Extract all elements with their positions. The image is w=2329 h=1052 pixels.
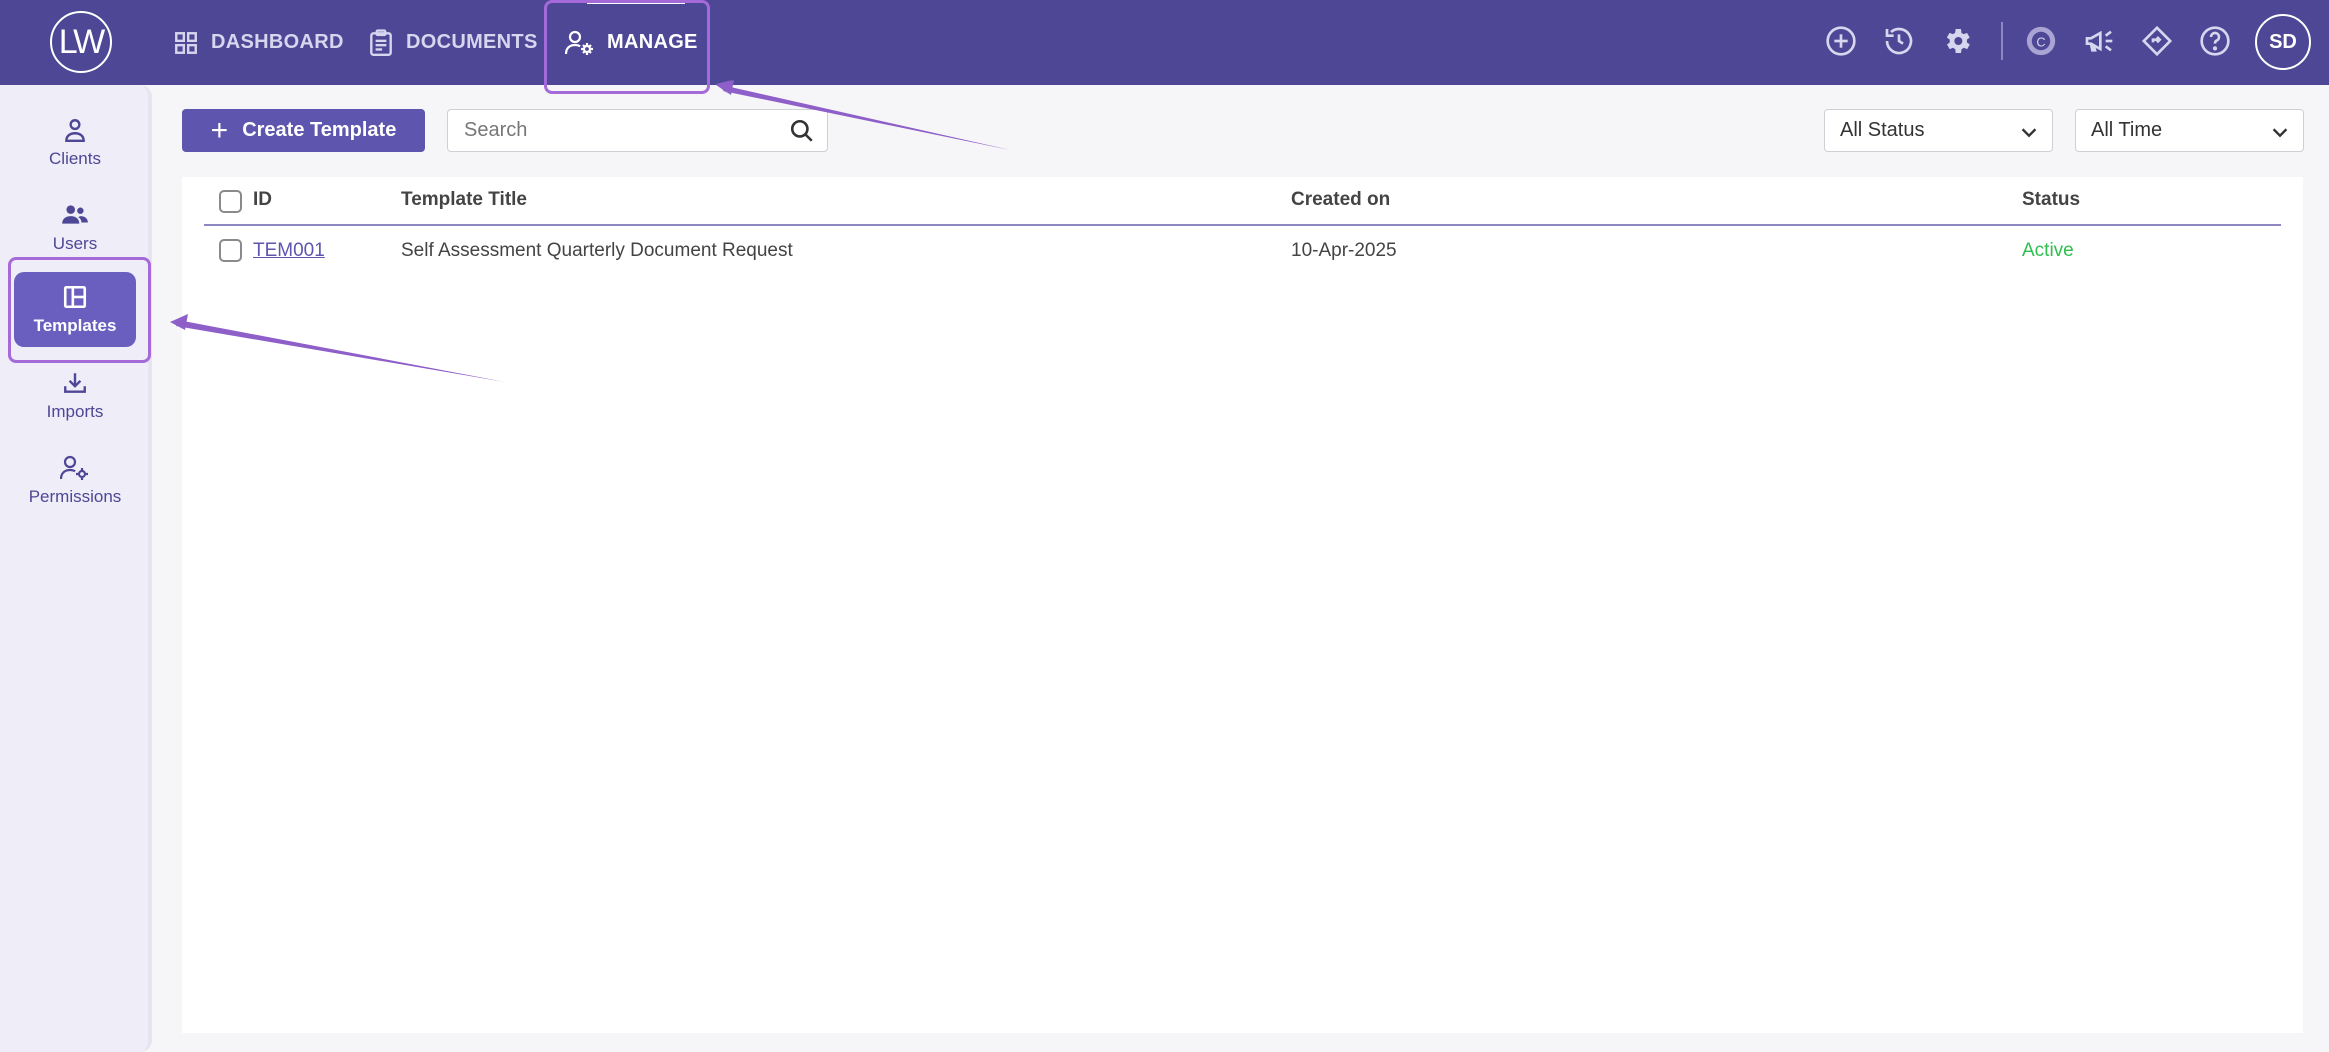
plus-icon: + [210, 113, 229, 147]
chevron-down-icon [2272, 128, 2288, 138]
top-bar: LW DASHBOARD DOCUMENTS MANAGE C SD [0, 0, 2329, 85]
tab-documents-label: DOCUMENTS [406, 31, 538, 53]
sidebar-item-permissions[interactable]: Permissions [14, 443, 136, 518]
tab-dashboard-label: DASHBOARD [211, 31, 344, 53]
template-created-date: 10-Apr-2025 [1291, 240, 1397, 261]
time-filter-value: All Time [2091, 119, 2163, 141]
download-icon [64, 372, 86, 393]
user-gear-icon [60, 455, 88, 480]
tab-manage-label: MANAGE [607, 31, 698, 53]
create-template-label: Create Template [242, 119, 397, 141]
status-filter-value: All Status [1840, 119, 1925, 141]
sidebar: Clients Users Templates Imports Permissi… [0, 85, 152, 1052]
status-filter-select[interactable]: All Status [1824, 109, 2053, 152]
users-icon [62, 204, 88, 224]
tab-dashboard[interactable]: DASHBOARD [173, 0, 344, 85]
user-avatar[interactable]: SD [2255, 14, 2311, 70]
select-all-checkbox[interactable] [219, 190, 242, 213]
time-filter-select[interactable]: All Time [2075, 109, 2304, 152]
grid-icon [175, 31, 197, 54]
create-template-button[interactable]: + Create Template [182, 109, 425, 152]
column-header-id[interactable]: ID [253, 189, 272, 211]
help-icon[interactable] [2196, 22, 2234, 60]
sidebar-item-users[interactable]: Users [14, 190, 136, 265]
diamond-icon[interactable] [2138, 22, 2176, 60]
templates-table-panel [182, 177, 2303, 1033]
sidebar-item-label: Permissions [28, 486, 122, 506]
column-header-created[interactable]: Created on [1291, 189, 1390, 211]
search-input[interactable] [464, 110, 784, 151]
sidebar-item-imports[interactable]: Imports [14, 358, 136, 433]
megaphone-icon[interactable] [2080, 22, 2118, 60]
sidebar-item-label: Imports [46, 401, 104, 421]
sidebar-item-templates[interactable]: Templates [14, 272, 136, 347]
search-icon[interactable] [789, 118, 815, 149]
plus-circle-icon[interactable] [1822, 22, 1860, 60]
sidebar-item-clients[interactable]: Clients [14, 105, 136, 180]
tab-manage[interactable]: MANAGE [565, 0, 698, 85]
search-box [447, 109, 828, 152]
template-id-link[interactable]: TEM001 [253, 240, 325, 262]
sidebar-item-label: Clients [49, 148, 101, 168]
history-icon[interactable] [1880, 22, 1918, 60]
column-header-status[interactable]: Status [2022, 189, 2080, 211]
status-badge: Active [2022, 240, 2074, 261]
row-checkbox[interactable] [219, 239, 242, 262]
clipboard-icon [370, 28, 392, 56]
app-logo[interactable]: LW [50, 11, 112, 73]
sidebar-item-label: Templates [33, 315, 117, 335]
user-icon [65, 118, 85, 142]
tab-documents[interactable]: DOCUMENTS [368, 0, 538, 85]
template-icon [63, 285, 87, 308]
gear-icon[interactable] [1938, 22, 1976, 60]
template-title: Self Assessment Quarterly Document Reque… [401, 240, 793, 261]
chevron-down-icon [2021, 128, 2037, 138]
svg-text:C: C [2036, 35, 2045, 50]
c-logo-icon[interactable]: C [2022, 22, 2060, 60]
toolbar-divider [2001, 22, 2003, 60]
sidebar-item-label: Users [52, 233, 98, 253]
column-header-title[interactable]: Template Title [401, 189, 527, 211]
user-gear-icon [565, 30, 593, 55]
